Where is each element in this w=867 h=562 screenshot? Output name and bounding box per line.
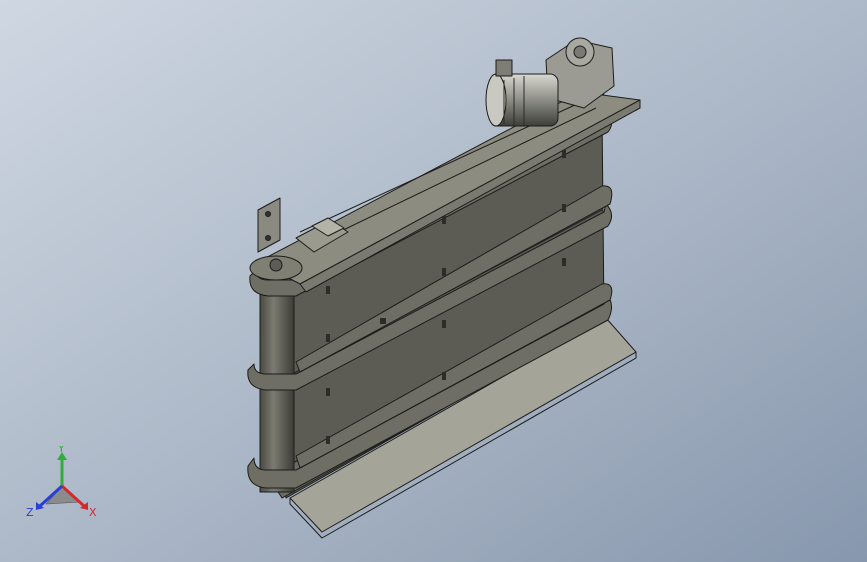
3d-viewport[interactable]: Y X Z [0,0,867,562]
bracket-hole-1 [265,211,271,217]
z-axis-label: Z [26,506,34,519]
x-axis-label: X [89,506,97,519]
y-axis-label: Y [57,446,65,455]
bracket-hole-2 [265,235,271,241]
shaft-bolt [269,258,283,272]
orientation-triad[interactable]: Y X Z [22,446,104,526]
cad-scene[interactable] [0,0,867,562]
